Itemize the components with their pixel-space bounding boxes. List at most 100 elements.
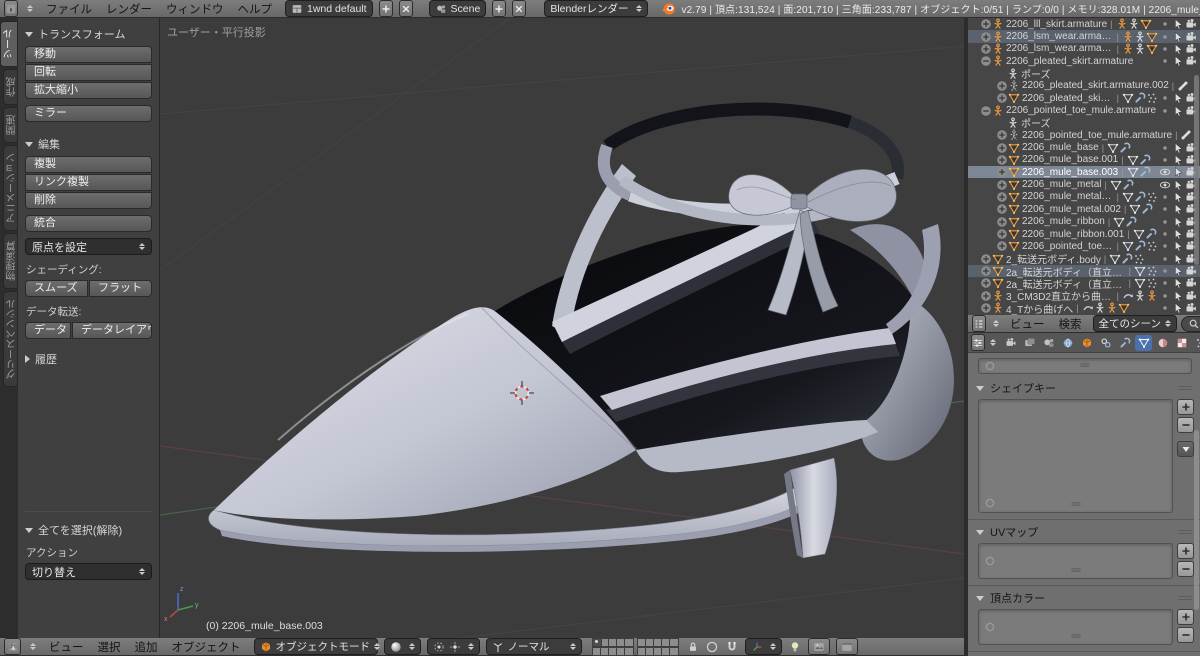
properties-tab-render-layers[interactable] [1021, 335, 1038, 351]
outliner-row[interactable]: 2206_mule_metal.002 | [968, 203, 1200, 215]
info-menu-item[interactable]: ウィンドウ [159, 1, 231, 17]
visibility-toggle[interactable] [1158, 302, 1171, 314]
view3d-menu-item[interactable]: オブジェクト [165, 639, 248, 655]
action-dropdown[interactable]: 切り替え [25, 563, 152, 580]
info-editor-type-button[interactable] [4, 0, 18, 17]
view3d-menu-item[interactable]: 追加 [128, 639, 165, 655]
outliner-row[interactable]: 2206_mule_base.003 | [968, 166, 1200, 179]
add-scene-button[interactable] [492, 0, 507, 17]
render-toggle[interactable] [1184, 43, 1197, 55]
visibility-toggle[interactable] [1158, 31, 1171, 43]
vertex-color-list[interactable] [978, 609, 1173, 645]
render-toggle[interactable] [1184, 18, 1197, 30]
info-menu-item[interactable]: ヘルプ [231, 1, 280, 17]
info-menu-item[interactable]: レンダー [99, 1, 159, 17]
outliner-editor-type-button[interactable] [972, 315, 986, 332]
mode-dropdown[interactable]: オブジェクトモード [253, 638, 380, 655]
properties-tab-object[interactable] [1078, 335, 1095, 351]
shade-flat-button[interactable]: フラット [89, 280, 152, 297]
selectability-toggle[interactable] [1171, 277, 1184, 289]
close-screen-button[interactable] [398, 0, 413, 17]
selectability-toggle[interactable] [1171, 92, 1184, 104]
view3d-menu-item[interactable]: ビュー [42, 639, 91, 655]
selectability-toggle[interactable] [1171, 31, 1184, 43]
outliner-display-dropdown[interactable]: 全てのシーン [1092, 315, 1177, 332]
proportional-edit-icon[interactable] [705, 640, 719, 654]
selectability-toggle[interactable] [1171, 191, 1184, 203]
move-button[interactable]: 移動 [25, 46, 152, 63]
properties-tab-scene[interactable] [1040, 335, 1057, 351]
selectability-toggle[interactable] [1171, 228, 1184, 240]
selectability-toggle[interactable] [1171, 55, 1184, 67]
render-toggle[interactable] [1184, 277, 1197, 289]
panel-header-geometry-data[interactable]: 形状データ [968, 652, 1200, 656]
mirror-button[interactable]: ミラー [25, 105, 152, 122]
outliner-row[interactable]: 2206_mule_base | [968, 141, 1200, 154]
outliner-row[interactable]: 2206_pleated_skirt.001| [968, 92, 1200, 104]
selectability-toggle[interactable] [1171, 290, 1184, 302]
selectability-toggle[interactable] [1171, 240, 1184, 252]
viewport-shading-dropdown[interactable] [383, 638, 421, 655]
properties-tab-texture[interactable] [1173, 335, 1190, 351]
scene-selector[interactable]: Scene [428, 0, 487, 17]
render-toggle[interactable] [1184, 55, 1197, 67]
selectability-toggle[interactable] [1171, 203, 1184, 215]
panel-header-history[interactable]: 履歴 [25, 351, 152, 367]
panel-header-shape-keys[interactable]: シェイプキー [968, 376, 1200, 399]
render-toggle[interactable] [1184, 290, 1197, 302]
panel-header-select-all[interactable]: 全てを選択(解除) [25, 522, 152, 538]
outliner-row[interactable]: 4_Tから曲げへ | [968, 302, 1200, 315]
screen-selector[interactable]: 1wnd default [285, 0, 373, 17]
selectability-toggle[interactable] [1171, 179, 1184, 191]
data-layout-transfer-button[interactable]: データレイアウト [72, 322, 152, 339]
visibility-toggle[interactable] [1158, 203, 1171, 215]
remove-vertex-color-button[interactable] [1177, 627, 1194, 643]
outliner-row[interactable]: 2206_mule_ribbon | [968, 216, 1200, 228]
outliner-row[interactable]: 2206_lsm_wear.armature | [968, 30, 1200, 43]
duplicate-button[interactable]: 複製 [25, 156, 152, 173]
properties-tab-modifiers[interactable] [1116, 335, 1133, 351]
properties-tab-object-data[interactable] [1135, 334, 1152, 351]
outliner-row[interactable]: 2206_lsm_wear.armature.001| [968, 43, 1200, 55]
selectability-toggle[interactable] [1171, 142, 1184, 154]
remove-shape-key-button[interactable] [1177, 417, 1194, 433]
transform-orientation-dropdown[interactable]: ノーマル [485, 638, 582, 655]
visibility-toggle[interactable] [1158, 265, 1171, 277]
properties-editor-type-button[interactable] [971, 334, 985, 351]
add-vertex-color-button[interactable] [1177, 609, 1194, 625]
visibility-toggle[interactable] [1158, 154, 1171, 166]
panel-header-edit[interactable]: 編集 [25, 136, 152, 152]
outliner-row[interactable]: 2206_pleated_skirt.armature [968, 55, 1200, 67]
toolshelf-tab-ツール[interactable]: ツール [0, 21, 18, 67]
add-shape-key-button[interactable] [1177, 399, 1194, 415]
layer-toggle-20[interactable] [668, 646, 679, 656]
add-uv-map-button[interactable] [1177, 543, 1194, 559]
outliner-row[interactable]: 2206_mule_base.001 | [968, 154, 1200, 166]
layer-toggle-10[interactable] [623, 646, 634, 656]
visibility-toggle[interactable] [1158, 105, 1171, 117]
outliner-row[interactable]: 2206_mule_metal | [968, 178, 1200, 191]
3d-viewport[interactable]: z y x ユーザー・平行投影 (0) 2206_mule_base.003 [160, 18, 964, 638]
add-screen-button[interactable] [378, 0, 393, 17]
data-transfer-button[interactable]: データ [25, 322, 71, 339]
selectability-toggle[interactable] [1171, 43, 1184, 55]
shade-smooth-button[interactable]: スムーズ [25, 280, 88, 297]
toolshelf-tab-関連[interactable]: 関連 [3, 107, 18, 143]
shape-key-specials-button[interactable] [1177, 441, 1194, 457]
visibility-toggle[interactable] [1158, 290, 1171, 302]
properties-tab-world[interactable] [1059, 335, 1076, 351]
selectability-toggle[interactable] [1171, 18, 1184, 30]
visibility-toggle[interactable] [1158, 179, 1171, 191]
duplicate-linked-button[interactable]: リンク複製 [25, 174, 152, 191]
properties-tab-material[interactable] [1154, 335, 1171, 351]
visibility-toggle[interactable] [1158, 191, 1171, 203]
visibility-toggle[interactable] [1158, 55, 1171, 67]
properties-tab-render[interactable] [1002, 335, 1019, 351]
selectability-toggle[interactable] [1171, 265, 1184, 277]
outliner-menu-item[interactable]: ビュー [1003, 316, 1052, 332]
properties-scrollbar[interactable] [1194, 430, 1199, 610]
lock-icon[interactable] [687, 641, 699, 653]
manipulator-dropdown[interactable] [744, 638, 782, 655]
scale-button[interactable]: 拡大縮小 [25, 82, 152, 99]
toolshelf-tab-物理演算[interactable]: 物理演算 [3, 233, 18, 289]
